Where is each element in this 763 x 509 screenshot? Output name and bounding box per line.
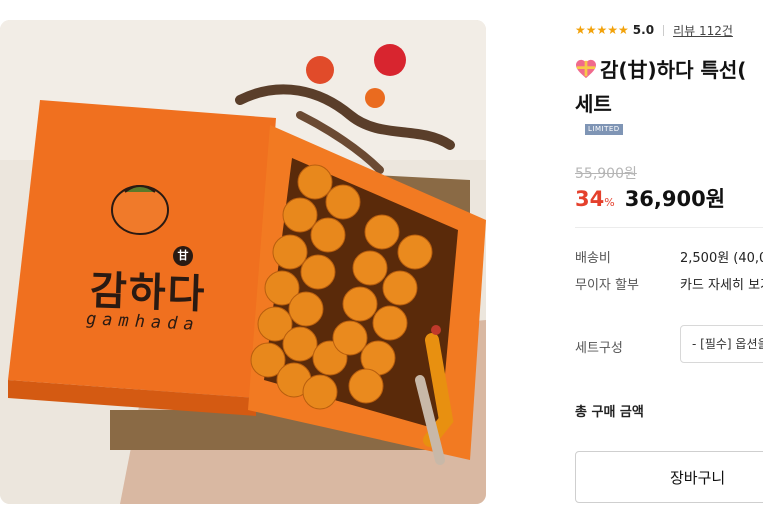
installment-value[interactable]: 카드 자세히 보기 [680,274,763,293]
installment-label: 무이자 할부 [575,278,639,293]
price-row: 34 % 36,900원 [575,183,725,213]
product-title-text: 감(甘)하다 특선( [600,58,747,82]
shipping-value: 2,500원 (40,0 [680,251,763,266]
product-photo [0,20,486,504]
rating-stars-icon: ★★★★★ [575,23,629,37]
review-count-link[interactable]: 리뷰 112건 [673,22,733,39]
gift-heart-icon [576,59,596,78]
info-divider [575,227,763,228]
product-image: 甘 감하다 gamhada [0,20,486,504]
rating-row: ★★★★★ 5.0 리뷰 112건 [575,21,733,39]
product-title: 감(甘)하다 특선( [575,54,746,83]
discount-rate: 34 [575,187,605,211]
set-option-select[interactable]: - [필수] 옵션을 선택해 주세요 - [680,325,763,363]
add-to-cart-button[interactable]: 장바구니 [575,451,763,503]
product-info-panel: ★★★★★ 5.0 리뷰 112건 감(甘)하다 특선( 세트 LIMITED … [575,0,763,509]
total-price-label: 총 구매 금액 [575,405,644,420]
limited-badge: LIMITED [585,124,623,135]
rating-score: 5.0 [632,23,655,37]
sale-price: 36,900원 [624,187,726,211]
rating-divider [663,24,665,36]
product-title-line2: 세트 [575,92,612,116]
set-option-label: 세트구성 [575,341,623,356]
shipping-label: 배송비 [575,251,611,266]
original-price: 55,900원 [575,166,637,182]
discount-unit: % [604,196,615,209]
